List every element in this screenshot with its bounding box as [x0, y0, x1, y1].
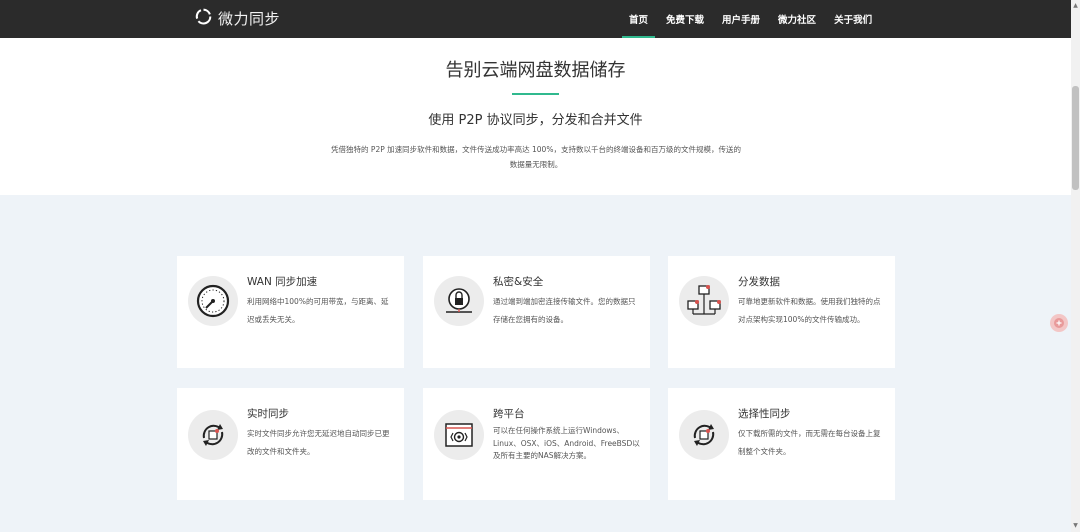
- logo-text: 微力同步: [218, 10, 281, 28]
- feature-card-cross-platform: 跨平台 可以在任何操作系统上运行Windows、Linux、OSX、iOS、An…: [423, 388, 650, 500]
- nav-about[interactable]: 关于我们: [825, 0, 881, 38]
- feature-title: 跨平台: [493, 408, 525, 420]
- top-navbar: 微力同步 首页 免费下载 用户手册 微力社区 关于我们: [0, 0, 1071, 38]
- hero-description: 凭借独特的 P2P 加速同步软件和数据，文件传送成功率高达 100%，支持数以千…: [286, 142, 786, 172]
- feature-card-wan: WAN 同步加速 利用网络中100%的可用带宽，与距离、延迟或丢失无关。: [177, 256, 404, 368]
- hero-subtitle: 使用 P2P 协议同步，分发和合并文件: [428, 113, 643, 128]
- nav-download[interactable]: 免费下载: [657, 0, 713, 38]
- feature-desc: 可以在任何操作系统上运行Windows、Linux、OSX、iOS、Androi…: [493, 426, 640, 460]
- feature-desc: 利用网络中100%的可用带宽，与距离、延迟或丢失无关。: [247, 297, 389, 324]
- floating-helper-icon[interactable]: [1050, 314, 1068, 332]
- feature-card-distribute: 分发数据 可靠地更新软件和数据。使用我们独特的点对点架构实现100%的文件传输成…: [668, 256, 895, 368]
- feature-card-security: 私密&安全 通过端到端加密连接传输文件。您的数据只存储在您拥有的设备。: [423, 256, 650, 368]
- speedometer-icon: [188, 276, 238, 326]
- feature-title: 分发数据: [738, 276, 780, 288]
- hero-title: 告别云端网盘数据储存: [445, 60, 626, 81]
- feature-desc: 可靠地更新软件和数据。使用我们独特的点对点架构实现100%的文件传输成功。: [738, 297, 881, 324]
- feature-desc: 通过端到端加密连接传输文件。您的数据只存储在您拥有的设备。: [493, 297, 636, 324]
- network-icon: [679, 276, 729, 326]
- feature-desc: 实时文件同步允许您无延迟地自动同步已更改的文件和文件夹。: [247, 429, 390, 456]
- nav-manual[interactable]: 用户手册: [713, 0, 769, 38]
- logo[interactable]: 微力同步: [195, 8, 280, 29]
- hero-section: 告别云端网盘数据储存 使用 P2P 协议同步，分发和合并文件 凭借独特的 P2P…: [0, 38, 1071, 195]
- sync-logo-icon: [195, 8, 212, 29]
- feature-desc: 仅下载所需的文件，而无需在每台设备上复制整个文件夹。: [738, 429, 881, 456]
- feature-title: 选择性同步: [738, 408, 791, 420]
- nav-community[interactable]: 微力社区: [769, 0, 825, 38]
- scroll-down-arrow-icon[interactable]: ▼: [1071, 522, 1080, 530]
- feature-card-realtime: 实时同步 实时文件同步允许您无延迟地自动同步已更改的文件和文件夹。: [177, 388, 404, 500]
- scroll-thumb[interactable]: [1072, 86, 1079, 190]
- sync-icon: [188, 410, 238, 460]
- scroll-up-arrow-icon[interactable]: ▲: [1071, 2, 1080, 10]
- feature-card-selective: 选择性同步 仅下载所需的文件，而无需在每台设备上复制整个文件夹。: [668, 388, 895, 500]
- lock-icon: [434, 276, 484, 326]
- feature-title: 私密&安全: [493, 276, 544, 288]
- hero-desc-line1: 凭借独特的 P2P 加速同步软件和数据，文件传送成功率高达 100%，支持数以千…: [331, 145, 741, 154]
- feature-title: WAN 同步加速: [247, 276, 318, 288]
- page-scrollbar[interactable]: ▲ ▼: [1071, 0, 1080, 532]
- main-nav: 首页 免费下载 用户手册 微力社区 关于我们: [620, 0, 881, 38]
- hero-divider: [512, 93, 559, 95]
- selective-sync-icon: [679, 410, 729, 460]
- feature-title: 实时同步: [247, 408, 289, 420]
- platform-icon: [434, 410, 484, 460]
- hero-desc-line2: 数据量无限制。: [509, 160, 563, 169]
- nav-home[interactable]: 首页: [620, 0, 657, 38]
